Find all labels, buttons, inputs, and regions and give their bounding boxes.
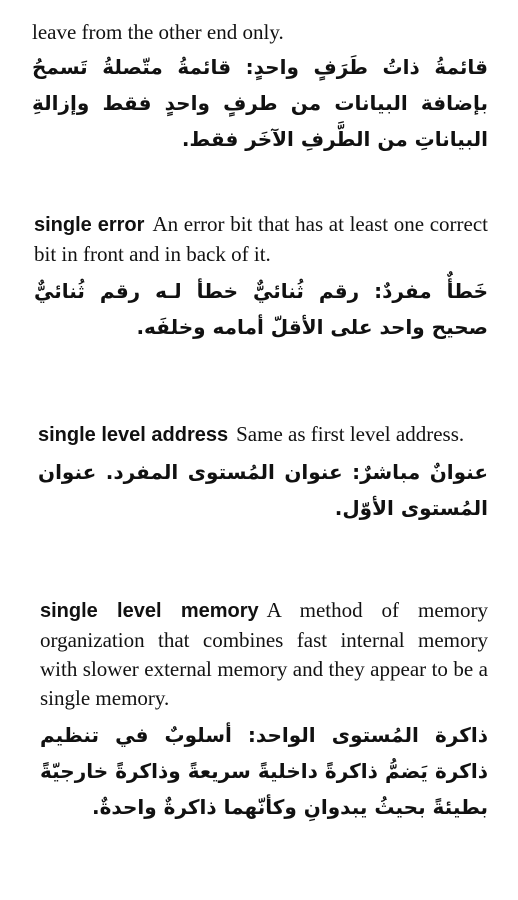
- entry-term: single level address: [38, 424, 229, 446]
- entry-definition-ar: قائمةُ ذاتُ طَرَفٍ واحدٍ: قائمةُ متّصلةُ…: [32, 55, 488, 151]
- entry-term: single error: [34, 214, 145, 236]
- entry-definition-en: single level address Same as first level …: [38, 420, 488, 450]
- entry-definition-en: single error An error bit that has at lea…: [34, 210, 488, 269]
- entry-definition-ar: خَطأٌ مفردٌ: رقم ثُنائيٌّ خطأ لـه رقم ثُ…: [34, 279, 488, 339]
- dictionary-entry-continuation: leave from the other end only. قائمةُ ذا…: [32, 18, 488, 157]
- dictionary-entry-single-error: single error An error bit that has at lea…: [34, 210, 488, 345]
- entry-term: single level memory: [40, 600, 259, 622]
- dictionary-entry-single-level-address: single level address Same as first level …: [38, 420, 488, 526]
- entry-definition-en: single level memory A method of memory or…: [40, 596, 488, 713]
- definition-text: leave from the other end only.: [32, 20, 284, 44]
- entry-definition-en: leave from the other end only.: [32, 18, 488, 47]
- entry-definition-ar: ذاكرة المُستوى الواحد: أسلوبٌ في تنظيم ذ…: [40, 723, 488, 819]
- entry-definition-ar: عنوانٌ مباشرٌ: عنوان المُستوى المفرد. عن…: [38, 460, 488, 520]
- dictionary-entry-single-level-memory: single level memory A method of memory or…: [40, 596, 488, 825]
- definition-text: Same as first level address.: [236, 422, 465, 446]
